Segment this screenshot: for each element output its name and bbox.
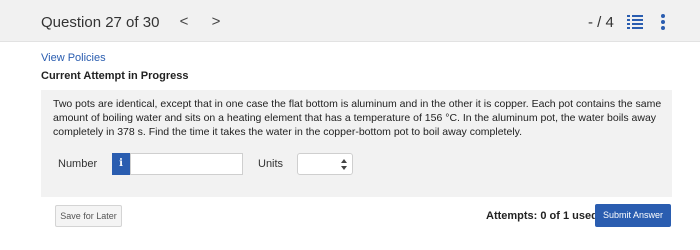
- info-icon[interactable]: i: [112, 153, 130, 175]
- more-vertical-icon[interactable]: [660, 13, 666, 31]
- question-score: - / 4: [588, 14, 614, 31]
- previous-question-button[interactable]: <: [176, 13, 192, 30]
- number-input[interactable]: [130, 153, 243, 175]
- attempt-status: Current Attempt in Progress: [41, 70, 189, 82]
- next-question-button[interactable]: >: [208, 13, 224, 30]
- number-label: Number: [58, 158, 98, 170]
- question-text: Two pots are identical, except that in o…: [53, 98, 662, 138]
- list-icon[interactable]: [627, 15, 643, 29]
- select-arrows-icon: [341, 159, 347, 170]
- attempts-counter: Attempts: 0 of 1 used: [486, 210, 598, 222]
- question-panel: Two pots are identical, except that in o…: [41, 90, 672, 197]
- save-for-later-button[interactable]: Save for Later: [55, 205, 122, 227]
- view-policies-link[interactable]: View Policies: [41, 52, 106, 64]
- units-select[interactable]: [297, 153, 353, 175]
- submit-answer-button[interactable]: Submit Answer: [595, 204, 671, 227]
- question-header: Question 27 of 30 < > - / 4: [0, 0, 700, 42]
- units-label: Units: [258, 158, 284, 170]
- question-counter: Question 27 of 30: [41, 14, 160, 31]
